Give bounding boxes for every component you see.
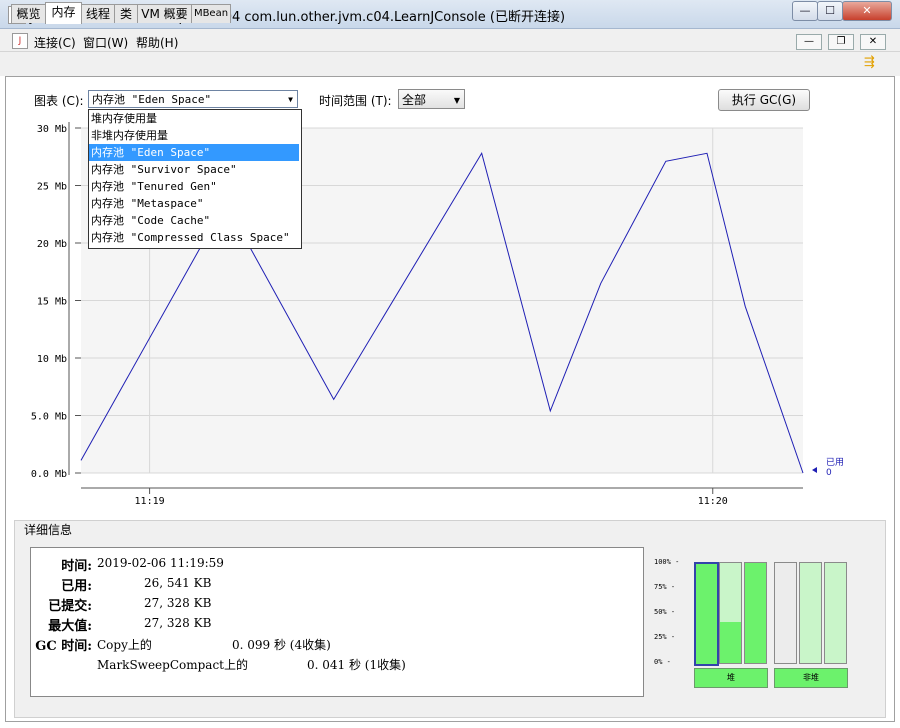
chart-xtick-label: 11:19 (135, 496, 165, 507)
chart-ytick-label: 5.0 Mb (31, 412, 67, 423)
chart-option[interactable]: 内存池 "Survivor Space" (89, 161, 299, 178)
max-value: 27, 328 KB (144, 616, 212, 630)
gauge-ytick-label: 25% - (654, 633, 676, 641)
chart-option[interactable]: 内存池 "Eden Space" (89, 144, 299, 161)
chart-option[interactable]: 内存池 "Code Cache" (89, 212, 299, 229)
gc-marksweep-value: 0. 041 秒 (1收集) (307, 658, 406, 672)
gc-copy-value: 0. 099 秒 (4收集) (232, 638, 331, 652)
chart-ytick-label: 25 Mb (37, 182, 67, 193)
committed-label: 已提交: (48, 599, 92, 614)
chart-option[interactable]: 内存池 "Metaspace" (89, 195, 299, 212)
memory-chart: 0.0 Mb 5.0 Mb 10 Mb 15 Mb 20 Mb 25 Mb 30 Mb 11… (31, 122, 844, 507)
chart-dropdown-list[interactable]: 堆内存使用量 非堆内存使用量 内存池 "Eden Space" 内存池 "Surviv… (88, 109, 302, 249)
details-title: 详细信息 (22, 521, 75, 538)
gc-time-label: GC 时间: (35, 639, 92, 654)
time-label: 时间: (61, 559, 92, 574)
nonheap-button[interactable]: 非堆 (774, 668, 848, 688)
gauge-ytick-label: 50% - (654, 608, 676, 616)
gauge-used-fill (720, 622, 741, 663)
legend-marker-icon (812, 467, 817, 473)
committed-value: 27, 328 KB (144, 596, 212, 610)
gc-marksweep-name: MarkSweepCompact上的 (97, 658, 248, 672)
chart-option[interactable]: 内存池 "Tenured Gen" (89, 178, 299, 195)
heap-gauge-eden[interactable] (694, 562, 719, 666)
gc-copy-name: Copy上的 (97, 638, 152, 652)
chart-legend: 已用0 (812, 457, 844, 478)
chart-ytick-label: 15 Mb (37, 297, 67, 308)
gauge-used-fill (745, 563, 766, 663)
time-value: 2019-02-06 11:19:59 (97, 556, 224, 570)
chart-y-axis: 0.0 Mb 5.0 Mb 10 Mb 15 Mb 20 Mb 25 Mb 30 Mb (31, 122, 81, 480)
chart-option[interactable]: 堆内存使用量 (89, 110, 299, 127)
gauge-ytick-label: 100% - (654, 558, 680, 566)
chart-option[interactable]: 非堆内存使用量 (89, 127, 299, 144)
gauge-used-fill (696, 564, 717, 664)
gauge-ytick-label: 0% - (654, 658, 671, 666)
legend-value: 0 (826, 468, 832, 478)
chart-ytick-label: 20 Mb (37, 239, 67, 250)
legend-label: 已用 (826, 457, 844, 468)
gauge-ytick-label: 75% - (654, 583, 676, 591)
chart-option[interactable]: 内存池 "Compressed Class Space" (89, 229, 299, 246)
used-value: 26, 541 KB (144, 576, 212, 590)
nonheap-gauge-code-cache[interactable] (799, 562, 822, 664)
chart-ytick-label: 10 Mb (37, 354, 67, 365)
heap-gauge-tenured[interactable] (744, 562, 767, 664)
nonheap-gauge-class-space[interactable] (824, 562, 847, 664)
nonheap-gauge-metaspace[interactable] (774, 562, 797, 664)
max-label: 最大值: (48, 619, 92, 634)
chart-x-axis: 11:19 11:20 (81, 487, 803, 507)
used-label: 已用: (61, 579, 92, 594)
heap-button[interactable]: 堆 (694, 668, 768, 688)
chart-ytick-label: 0.0 Mb (31, 469, 67, 480)
heap-gauge-survivor[interactable] (719, 562, 742, 664)
chart-xtick-label: 11:20 (698, 496, 728, 507)
chart-ytick-label: 30 Mb (37, 124, 67, 135)
